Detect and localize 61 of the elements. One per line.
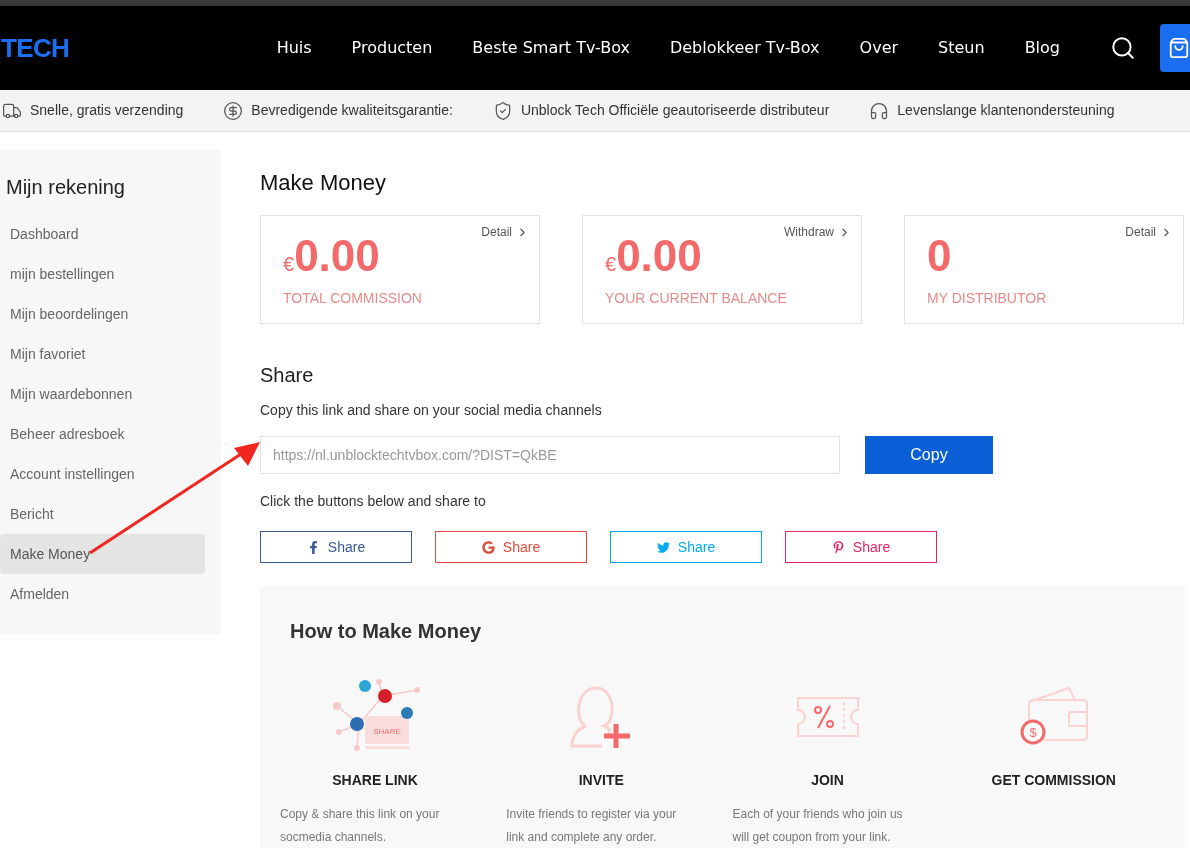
sidebar-item[interactable]: Make Money [0,534,205,574]
nav-link[interactable]: Steun [938,36,985,60]
stat-label: MY DISTRIBUTOR [927,289,1048,308]
share-link-field[interactable]: https://nl.unblocktechtvbox.com/?DIST=QkBE [260,436,840,474]
step-title: JOIN [810,771,845,790]
sidebar-item[interactable]: Dashboard [0,214,205,254]
step-title: SHARE LINK [331,771,419,790]
share-button[interactable]: Share [435,531,587,563]
nav-link[interactable]: Over [859,36,899,60]
cart-button[interactable] [1160,24,1190,72]
card-link[interactable]: Detail [1125,223,1173,241]
nav-link[interactable]: Beste Smart Tv-Box [472,36,630,60]
share-instruction: Copy this link and share on your social media channels [260,401,603,420]
step-description: Each of your friends who join us will get coupon from your link. [732,806,904,846]
share-button[interactable]: Share [260,531,412,563]
sidebar-item[interactable]: Bericht [0,494,205,534]
sidebar-item[interactable]: Beheer adresboek [0,414,205,454]
sidebar-item[interactable]: Account instellingen [0,454,205,494]
copy-button[interactable]: Copy [865,436,993,474]
card-link[interactable]: Detail [481,223,529,241]
stat-label: YOUR CURRENT BALANCE [605,289,788,308]
google-icon [481,540,495,554]
card-link[interactable]: Withdraw [784,223,851,241]
stat-value: 0.00 [616,232,702,280]
nav-link[interactable]: Blog [1024,36,1060,60]
nav-link[interactable]: Deblokkeer Tv-Box [669,36,820,60]
step-description: Invite friends to register via your link and complete any order. [506,806,678,846]
sidebar-title: Mijn rekening [6,175,126,200]
benefit-text: Snelle, gratis verzending [30,101,184,120]
share-button[interactable]: Share [785,531,937,563]
social-share-drawing: SHARE [329,676,421,758]
pinterest-icon [831,540,845,554]
coupon-icon [795,696,860,738]
sidebar-item[interactable]: Mijn beoordelingen [0,294,205,334]
sidebar-item[interactable]: Afmelden [0,574,205,614]
sidebar-item[interactable]: mijn bestellingen [0,254,205,294]
step-title: INVITE [577,771,625,790]
bag-icon [1168,37,1190,59]
sidebar-item[interactable]: Mijn waardebonnen [0,374,205,414]
currency-symbol: € [605,253,617,277]
twitter-icon [656,540,670,554]
share-buttons-hint: Click the buttons below and share to [260,492,487,511]
dollar-coin-icon [223,100,244,121]
page-title: Make Money [260,169,387,197]
how-to-title: How to Make Money [290,619,483,644]
stat-value: 0 [927,232,952,280]
sidebar-item[interactable]: Mijn favoriet [0,334,205,374]
stat-value: 0.00 [294,232,380,280]
nav-link[interactable]: Producten [351,36,433,60]
headset-icon [869,100,890,121]
nav-link[interactable]: Huis [276,36,312,60]
search-icon[interactable] [1110,35,1136,61]
logo[interactable]: TECH [1,28,70,68]
benefit-text: Unblock Tech Officiële geautoriseerde distributeur [520,101,830,120]
benefit-text: Levenslange klantenondersteuning [897,101,1115,120]
share-title: Share [260,363,315,388]
step-description: Copy & share this link on your socmedia channels. [280,806,441,846]
stat-label: TOTAL COMMISSION [283,289,423,308]
benefit-text: Bevredigende kwaliteitsgarantie: [251,101,453,120]
step-title: GET COMMISSION [990,771,1117,790]
currency-symbol: € [283,253,295,277]
